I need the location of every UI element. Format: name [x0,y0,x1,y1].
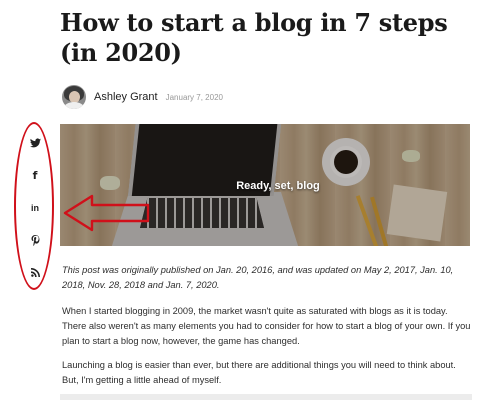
hero-caption: Ready, set, blog [236,180,320,192]
intro-paragraph: When I started blogging in 2009, the mar… [62,306,471,346]
next-section-divider [60,394,472,400]
facebook-icon[interactable]: f [28,168,42,182]
rss-icon[interactable] [28,265,42,279]
article-title: How to start a blog in 7 steps (in 2020) [60,8,448,67]
author-byline: Ashley Grant January 7, 2020 [62,84,223,110]
pinterest-icon[interactable] [28,233,42,247]
update-note: This post was originally published on Ja… [62,265,454,290]
linkedin-icon[interactable]: in [28,201,42,215]
author-avatar[interactable] [62,85,86,109]
twitter-icon[interactable] [28,136,42,150]
author-name[interactable]: Ashley Grant [94,91,158,103]
red-arrow-annotation [63,194,150,232]
second-paragraph: Launching a blog is easier than ever, bu… [62,360,456,385]
post-date: January 7, 2020 [165,92,223,102]
